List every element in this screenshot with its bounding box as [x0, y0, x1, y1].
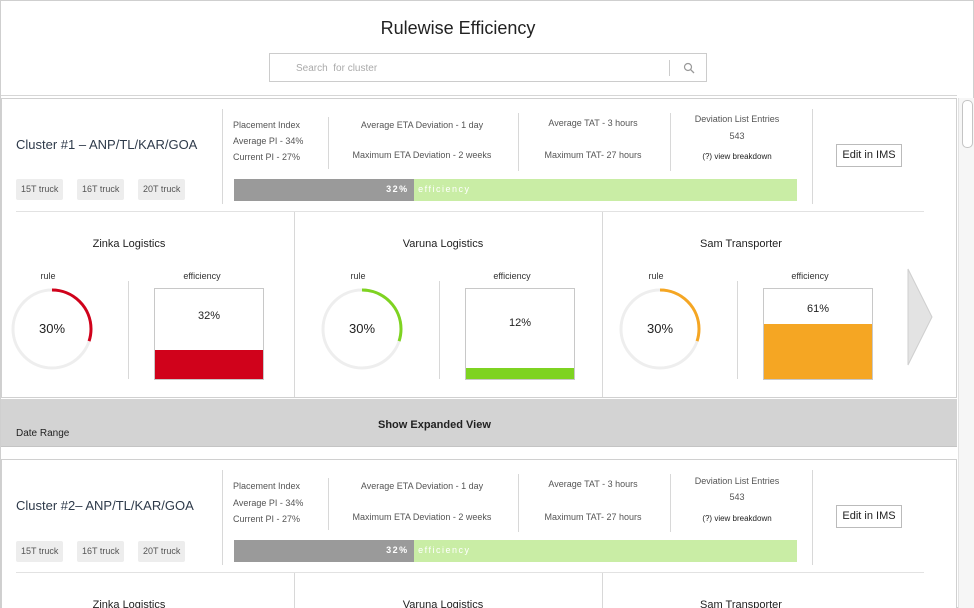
rule-value: 30%: [348, 321, 376, 336]
search-box: [269, 53, 707, 82]
divider: [602, 212, 603, 397]
search-divider: [669, 60, 670, 76]
deviation-count: 543: [729, 492, 745, 502]
cluster-card: Cluster #1 – ANP/TL/KAR/GOA 15T truck 16…: [1, 98, 957, 398]
efficiency-label: efficiency: [791, 271, 829, 281]
maximum-eta-deviation: Maximum ETA Deviation - 2 weeks: [352, 150, 492, 160]
search-input[interactable]: [296, 60, 676, 76]
rule-label: rule: [648, 271, 664, 281]
edit-in-ims-button[interactable]: Edit in IMS: [836, 144, 902, 167]
rule-value: 30%: [38, 321, 66, 336]
divider: [602, 573, 603, 608]
scrollbar[interactable]: [958, 98, 974, 608]
average-eta-deviation: Average ETA Deviation - 1 day: [360, 120, 484, 130]
efficiency-bar-label: efficiency: [418, 184, 471, 194]
divider: [128, 281, 129, 379]
show-expanded-view-button[interactable]: Show Expanded View: [378, 419, 491, 431]
efficiency-fill: [764, 324, 872, 379]
logistics-name: Zinka Logistics: [92, 238, 166, 250]
divider: [222, 470, 223, 565]
logistics-name: Sam Transporter: [700, 599, 782, 608]
logistics-name: Zinka Logistics: [92, 599, 166, 608]
divider: [439, 281, 440, 379]
truck-tag: 16T truck: [77, 179, 125, 200]
next-arrow-icon[interactable]: [906, 267, 934, 367]
view-breakdown-link[interactable]: (?) view breakdown: [674, 512, 800, 525]
divider: [328, 478, 329, 530]
efficiency-fill: [155, 350, 263, 379]
view-breakdown-link[interactable]: (?) view breakdown: [674, 150, 800, 163]
efficiency-bar: 32% efficiency: [234, 540, 797, 562]
efficiency-label: efficiency: [493, 271, 531, 281]
efficiency-value: 61%: [806, 303, 830, 315]
truck-tag: 20T truck: [138, 541, 186, 562]
divider: [812, 470, 813, 565]
truck-tag: 15T truck: [16, 179, 64, 200]
efficiency-box: [154, 288, 264, 380]
average-eta-deviation: Average ETA Deviation - 1 day: [360, 481, 484, 491]
maximum-eta-deviation: Maximum ETA Deviation - 2 weeks: [352, 512, 492, 522]
date-range-label[interactable]: Date Range: [16, 428, 69, 439]
divider: [294, 573, 295, 608]
average-pi: Average PI - 34%: [233, 136, 304, 146]
cluster-card: Cluster #2– ANP/TL/KAR/GOA 15T truck 16T…: [1, 459, 957, 608]
search-icon[interactable]: [683, 62, 695, 74]
divider: [737, 281, 738, 379]
truck-tag: 20T truck: [138, 179, 186, 200]
current-pi: Current PI - 27%: [233, 514, 301, 524]
current-pi: Current PI - 27%: [233, 152, 301, 162]
efficiency-label: efficiency: [183, 271, 221, 281]
expand-strip: Show Expanded View Date Range: [1, 399, 957, 447]
efficiency-value: 12%: [508, 317, 532, 329]
efficiency-box: [465, 288, 575, 380]
divider: [670, 113, 671, 171]
truck-tag: 16T truck: [77, 541, 125, 562]
divider: [518, 113, 519, 171]
page-title: Rulewise Efficiency: [380, 18, 536, 38]
average-pi: Average PI - 34%: [233, 498, 304, 508]
truck-tag: 15T truck: [16, 541, 64, 562]
maximum-tat: Maximum TAT- 27 hours: [544, 150, 642, 160]
divider: [294, 212, 295, 397]
cluster-name: Cluster #2– ANP/TL/KAR/GOA: [16, 498, 194, 513]
deviation-count: 543: [729, 131, 745, 141]
efficiency-fill: [466, 368, 574, 379]
scrollbar-thumb[interactable]: [962, 100, 973, 148]
efficiency-percent: 32%: [386, 545, 409, 555]
rule-value: 30%: [646, 321, 674, 336]
average-tat: Average TAT - 3 hours: [548, 118, 638, 128]
rule-label: rule: [350, 271, 366, 281]
logistics-name: Varuna Logistics: [402, 238, 484, 250]
maximum-tat: Maximum TAT- 27 hours: [544, 512, 642, 522]
efficiency-bar: 32% efficiency: [234, 179, 797, 201]
efficiency-bar-label: efficiency: [418, 545, 471, 555]
divider: [670, 474, 671, 532]
logistics-name: Varuna Logistics: [402, 599, 484, 608]
efficiency-value: 32%: [197, 310, 221, 322]
deviation-list-title: Deviation List Entries: [694, 476, 780, 486]
divider: [16, 211, 924, 212]
divider: [812, 109, 813, 204]
average-tat: Average TAT - 3 hours: [548, 479, 638, 489]
placement-index-title: Placement Index: [233, 120, 301, 130]
deviation-list-title: Deviation List Entries: [694, 114, 780, 124]
divider: [222, 109, 223, 204]
page: Rulewise Efficiency Cluster #1 – ANP/TL/…: [0, 0, 974, 608]
divider: [328, 117, 329, 169]
placement-index-title: Placement Index: [233, 481, 301, 491]
rule-label: rule: [40, 271, 56, 281]
header-divider: [1, 95, 957, 96]
edit-in-ims-button[interactable]: Edit in IMS: [836, 505, 902, 528]
cluster-name: Cluster #1 – ANP/TL/KAR/GOA: [16, 137, 198, 152]
efficiency-box: [763, 288, 873, 380]
efficiency-percent: 32%: [386, 184, 409, 194]
divider: [16, 572, 924, 573]
divider: [518, 474, 519, 532]
logistics-name: Sam Transporter: [700, 238, 782, 250]
